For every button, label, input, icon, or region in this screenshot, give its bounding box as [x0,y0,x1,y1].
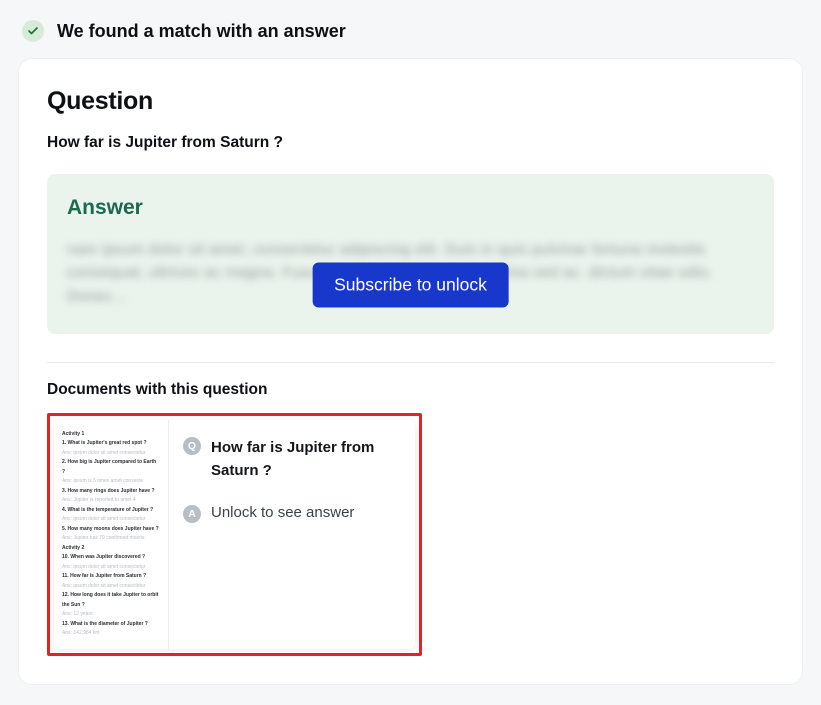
document-question-row: Q How far is Jupiter from Saturn ? [183,436,401,483]
document-content: Q How far is Jupiter from Saturn ? A Unl… [169,420,415,649]
answer-heading: Answer [67,196,754,220]
answer-panel: Answer nam ipsum dolor sit amet, consect… [47,174,774,334]
a-badge-icon: A [183,505,201,523]
divider [47,362,774,363]
document-answer-row: A Unlock to see answer [183,504,401,523]
question-text: How far is Jupiter from Saturn ? [47,134,774,152]
subscribe-button[interactable]: Subscribe to unlock [312,262,509,307]
q-badge-icon: Q [183,437,201,455]
document-answer-text: Unlock to see answer [211,504,354,521]
document-card[interactable]: Activity 1 1. What is Jupiter's great re… [54,420,415,649]
match-header: We found a match with an answer [22,20,803,42]
documents-heading: Documents with this question [47,381,774,399]
match-text: We found a match with an answer [57,21,346,42]
document-question-text: How far is Jupiter from Saturn ? [211,436,401,483]
qa-card: Question How far is Jupiter from Saturn … [18,58,803,685]
question-heading: Question [47,87,774,116]
document-thumbnail: Activity 1 1. What is Jupiter's great re… [54,420,169,649]
document-highlight-box: Activity 1 1. What is Jupiter's great re… [47,413,422,656]
check-icon [22,20,44,42]
